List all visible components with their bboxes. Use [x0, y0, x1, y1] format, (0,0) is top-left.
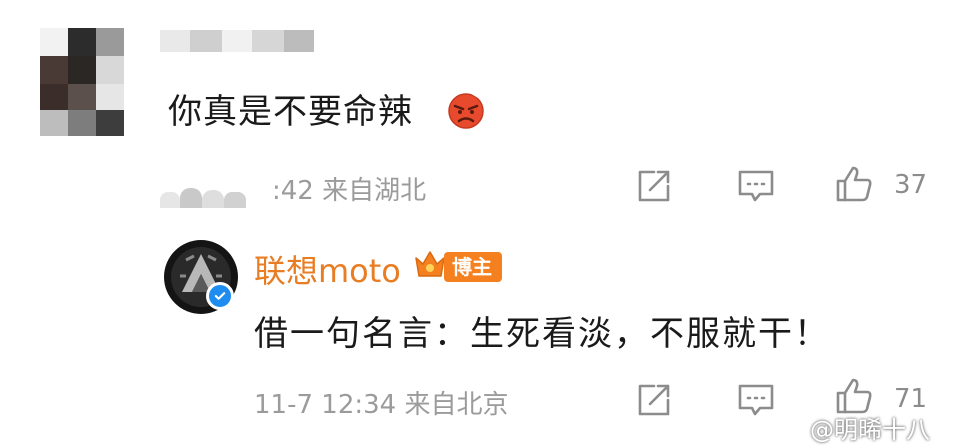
- blogger-badge: 博主: [444, 252, 502, 282]
- reply-author-name[interactable]: 联想moto: [254, 246, 401, 292]
- share-icon[interactable]: [634, 380, 674, 420]
- like-icon[interactable]: [834, 164, 874, 204]
- share-icon[interactable]: [634, 166, 674, 206]
- user-avatar-censored[interactable]: [40, 28, 124, 136]
- verified-icon: [206, 282, 234, 310]
- watermark: @明晞十八: [810, 416, 930, 444]
- comment-like-count: 37: [894, 170, 928, 200]
- comment-icon[interactable]: [736, 380, 776, 420]
- comment-meta: :42 来自湖北: [272, 176, 427, 206]
- comment-text: 你真是不要命辣: [168, 92, 413, 132]
- comment-icon[interactable]: [736, 166, 776, 206]
- reply-meta: 11-7 12:34 来自北京: [254, 390, 509, 420]
- username-censored[interactable]: [160, 30, 320, 52]
- crown-icon: [412, 246, 448, 282]
- reply-text: 借一句名言：生死看淡，不服就干！: [254, 314, 830, 354]
- angry-face-icon: [446, 90, 486, 130]
- timestamp-censored: [160, 186, 246, 208]
